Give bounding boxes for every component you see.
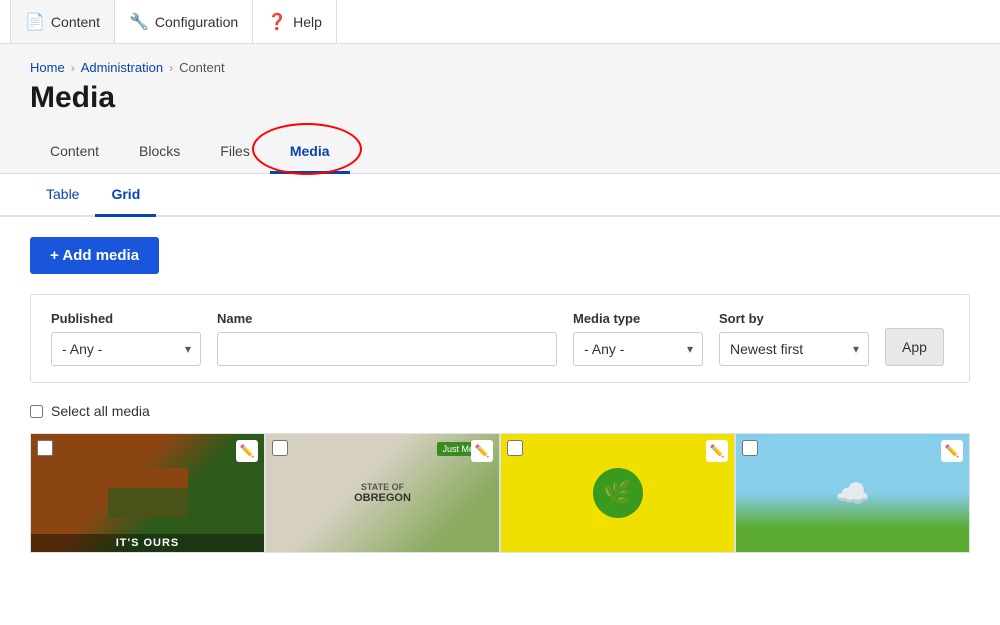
media-item-thumbnail-3: 🌿 — [501, 434, 734, 552]
configuration-icon: 🔧 — [129, 12, 149, 32]
media-item-checkbox-1[interactable] — [37, 440, 53, 456]
media-item-checkbox-3[interactable] — [507, 440, 523, 456]
filter-published-label: Published — [51, 311, 201, 326]
media-item-thumbnail-2: STATE OF OBREGON Just Media — [266, 434, 499, 552]
breadcrumb-administration[interactable]: Administration — [81, 60, 163, 75]
nav-content[interactable]: 📄 Content — [10, 0, 115, 43]
select-all-checkbox[interactable] — [30, 405, 43, 418]
filter-sortby-label: Sort by — [719, 311, 869, 326]
mediatype-select[interactable]: - Any - Image Video Audio Document — [573, 332, 703, 366]
media-item-checkbox-4[interactable] — [742, 440, 758, 456]
media-item[interactable]: ✏️ STATE OF OBREGON Just Media — [265, 433, 500, 553]
breadcrumb: Home › Administration › Content — [30, 60, 970, 75]
filter-media-type: Media type - Any - Image Video Audio Doc… — [573, 311, 703, 366]
published-select[interactable]: - Any - Yes No — [51, 332, 201, 366]
breadcrumb-area: Home › Administration › Content Media — [0, 44, 1000, 131]
sortby-select[interactable]: Newest first Oldest first Name A-Z Name … — [719, 332, 869, 366]
apply-button[interactable]: App — [885, 328, 944, 366]
page-title: Media — [30, 81, 970, 131]
name-input[interactable] — [217, 332, 557, 366]
add-media-button[interactable]: + Add media — [30, 237, 159, 274]
media-item-label-1: IT'S OURS — [31, 534, 264, 552]
media-item-thumbnail-4: ☁️ — [736, 434, 969, 552]
nav-content-label: Content — [51, 14, 100, 30]
filter-box: Published - Any - Yes No Name Media type… — [30, 294, 970, 383]
nav-configuration-label: Configuration — [155, 14, 238, 30]
tab-content-section[interactable]: Content — [30, 131, 119, 174]
media-item-edit-3[interactable]: ✏️ — [706, 440, 728, 462]
media-item[interactable]: ✏️ IT'S OURS — [30, 433, 265, 553]
filter-name: Name — [217, 311, 557, 366]
help-icon: ❓ — [267, 12, 287, 32]
section-tabs: Content Blocks Files Media — [0, 131, 1000, 174]
filter-sort-by: Sort by Newest first Oldest first Name A… — [719, 311, 869, 366]
media-item-svg-1 — [108, 468, 188, 518]
breadcrumb-content: Content — [179, 60, 225, 75]
view-tabs: Table Grid — [0, 174, 1000, 217]
content-icon: 📄 — [25, 12, 45, 32]
tab-blocks-section[interactable]: Blocks — [119, 131, 200, 174]
media-item-edit-4[interactable]: ✏️ — [941, 440, 963, 462]
main-content: + Add media Published - Any - Yes No Nam… — [0, 217, 1000, 573]
mediatype-select-wrapper: - Any - Image Video Audio Document — [573, 332, 703, 366]
published-select-wrapper: - Any - Yes No — [51, 332, 201, 366]
filter-mediatype-label: Media type — [573, 311, 703, 326]
nav-help[interactable]: ❓ Help — [253, 0, 337, 43]
filter-published: Published - Any - Yes No — [51, 311, 201, 366]
tab-table-view[interactable]: Table — [30, 174, 95, 217]
breadcrumb-home[interactable]: Home — [30, 60, 65, 75]
nav-help-label: Help — [293, 14, 322, 30]
media-item-checkbox-2[interactable] — [272, 440, 288, 456]
top-navigation: 📄 Content 🔧 Configuration ❓ Help — [0, 0, 1000, 44]
select-all-label[interactable]: Select all media — [51, 403, 150, 419]
media-grid: ✏️ IT'S OURS ✏️ STATE OF OBREGON Just Me… — [30, 433, 970, 553]
select-all-row: Select all media — [30, 403, 970, 419]
filter-name-label: Name — [217, 311, 557, 326]
sortby-select-wrapper: Newest first Oldest first Name A-Z Name … — [719, 332, 869, 366]
media-item-edit-2[interactable]: ✏️ — [471, 440, 493, 462]
media-item[interactable]: ✏️ 🌿 — [500, 433, 735, 553]
tab-files-section[interactable]: Files — [200, 131, 270, 174]
breadcrumb-sep-2: › — [169, 61, 173, 75]
media-tab-wrapper: Media — [270, 131, 350, 173]
tab-grid-view[interactable]: Grid — [95, 174, 156, 217]
breadcrumb-sep-1: › — [71, 61, 75, 75]
nav-configuration[interactable]: 🔧 Configuration — [115, 0, 253, 43]
media-item-edit-1[interactable]: ✏️ — [236, 440, 258, 462]
tab-media-section[interactable]: Media — [270, 131, 350, 174]
media-item[interactable]: ✏️ ☁️ — [735, 433, 970, 553]
